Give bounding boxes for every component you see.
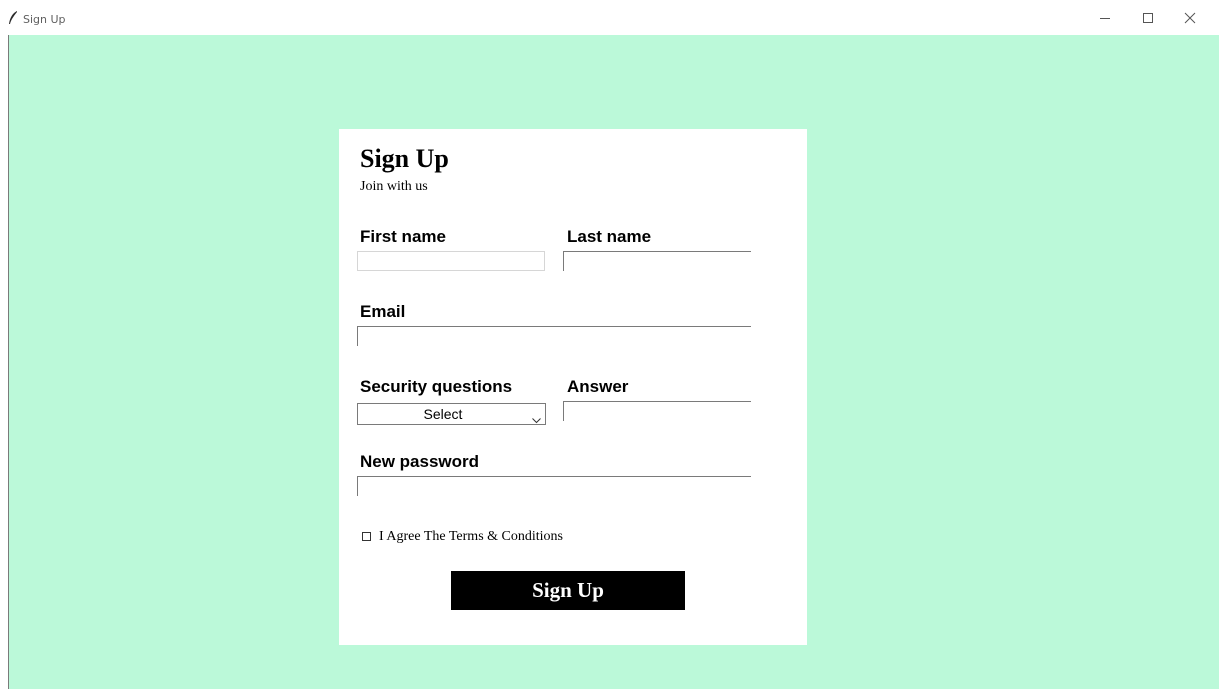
sign-up-button[interactable]: Sign Up bbox=[451, 571, 685, 610]
signup-card: Sign Up Join with us First name Last nam… bbox=[339, 129, 807, 645]
new-password-input[interactable] bbox=[357, 476, 751, 496]
security-questions-label: Security questions bbox=[360, 377, 513, 396]
last-name-label: Last name bbox=[567, 227, 652, 246]
email-input[interactable] bbox=[357, 326, 751, 346]
close-button[interactable] bbox=[1180, 8, 1200, 28]
terms-checkbox[interactable] bbox=[362, 532, 371, 541]
answer-input[interactable] bbox=[563, 401, 751, 421]
email-label: Email bbox=[360, 302, 406, 321]
answer-label: Answer bbox=[567, 377, 629, 396]
first-name-input[interactable] bbox=[357, 251, 545, 271]
window-title: Sign Up bbox=[23, 13, 66, 26]
first-name-label: First name bbox=[360, 227, 446, 246]
form-title: Sign Up bbox=[360, 144, 449, 173]
maximize-button[interactable] bbox=[1138, 8, 1158, 28]
title-bar: Sign Up bbox=[0, 0, 1219, 35]
chevron-down-icon bbox=[532, 411, 541, 424]
security-question-select[interactable]: Select bbox=[357, 403, 546, 425]
minimize-button[interactable] bbox=[1095, 8, 1115, 28]
new-password-label: New password bbox=[360, 452, 480, 471]
last-name-input[interactable] bbox=[563, 251, 751, 271]
security-question-value: Select bbox=[423, 406, 463, 422]
form-subtitle: Join with us bbox=[360, 179, 428, 194]
terms-label[interactable]: I Agree The Terms & Conditions bbox=[379, 529, 563, 545]
feather-icon bbox=[8, 11, 18, 25]
